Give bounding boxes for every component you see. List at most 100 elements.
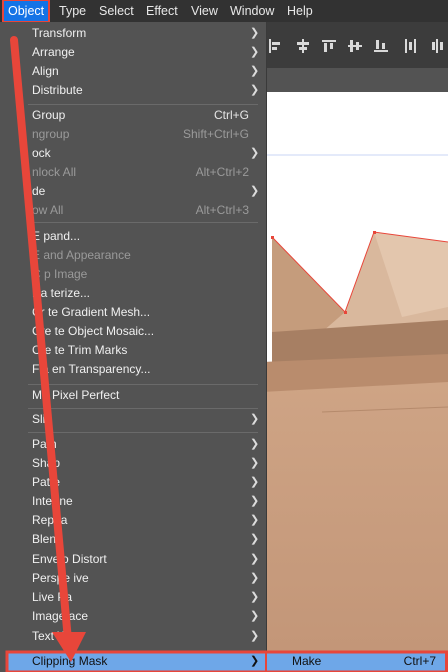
menu-item-label: Envelo Distort <box>32 552 107 566</box>
menu-item-label: Inter ne <box>32 494 73 508</box>
submenu-arrow-icon: ❯ <box>250 572 260 584</box>
menu-item-label: Cre te Object Mosaic... <box>32 324 155 338</box>
menu-item-label: Perspe ive <box>32 571 89 585</box>
menu-item-label: C p Image <box>32 267 88 281</box>
menu-item-slice[interactable]: Slic ❯ <box>0 410 266 429</box>
menu-item-shape[interactable]: Shap ❯ <box>0 454 266 473</box>
menu-item-transform[interactable]: Transform ❯ <box>0 24 266 43</box>
menu-item-text-wrap[interactable]: Text W ❯ <box>0 627 266 646</box>
canvas-pasteboard <box>262 68 448 92</box>
menu-item-image-trace[interactable]: Image ace ❯ <box>0 607 266 626</box>
menu-item-clipping-mask[interactable]: Clipping Mask ❯ <box>6 652 266 672</box>
menu-item-perspective[interactable]: Perspe ive ❯ <box>0 569 266 588</box>
menu-item-crop-image: C p Image <box>0 265 266 284</box>
menu-item-group[interactable]: Group Ctrl+G <box>0 106 266 125</box>
menu-window[interactable]: Window <box>230 0 274 22</box>
artboard[interactable] <box>262 92 448 672</box>
menu-item-label: Patte <box>32 475 61 489</box>
menu-item-create-gradient-mesh[interactable]: Cr te Gradient Mesh... <box>0 303 266 322</box>
object-menu: Transform ❯ Arrange ❯ Align ❯ Distribute ❯ Group… <box>0 22 267 672</box>
menu-item-label: nlock All <box>32 165 77 179</box>
menu-item-label: Blend <box>32 532 63 546</box>
menu-item-shortcut: Shift+Ctrl+G <box>182 127 249 141</box>
menu-item-path[interactable]: Path ❯ <box>0 435 266 454</box>
menu-item-label: Text W <box>32 629 69 643</box>
menu-item-label: ngroup <box>32 127 70 141</box>
menu-item-intertwine[interactable]: Inter ne ❯ <box>0 492 266 511</box>
menu-item-label: Group <box>32 108 66 122</box>
menu-item-label: Image ace <box>32 609 89 623</box>
menu-select[interactable]: Select <box>99 0 134 22</box>
submenu-arrow-icon: ❯ <box>250 655 260 667</box>
menu-object[interactable]: Object <box>1 0 51 23</box>
menu-item-label: Align <box>32 64 59 78</box>
menu-separator <box>28 384 258 385</box>
align-left-icon[interactable] <box>268 39 282 53</box>
submenu-arrow-icon: ❯ <box>250 476 260 488</box>
menu-item-shortcut: Alt+Ctrl+2 <box>195 165 249 179</box>
menu-item-live-paint[interactable]: Live Pa ❯ <box>0 588 266 607</box>
submenu-item-label: Make <box>292 654 322 668</box>
menu-item-shortcut: Ctrl+G <box>213 108 249 122</box>
menu-item-expand-appearance: E and Appearance <box>0 246 266 265</box>
clipping-mask-submenu: Make Ctrl+7 <box>265 651 448 672</box>
menu-item-label: Transform <box>32 26 87 40</box>
menu-item-label: Clipping Mask <box>32 654 108 668</box>
menu-item-flatten-transparency[interactable]: Fla en Transparency... <box>0 360 266 379</box>
menu-view[interactable]: View <box>191 0 218 22</box>
align-center-icon[interactable] <box>296 39 310 53</box>
submenu-arrow-icon: ❯ <box>250 533 260 545</box>
menu-item-arrange[interactable]: Arrange ❯ <box>0 43 266 62</box>
menu-item-label: Arrange <box>32 45 75 59</box>
submenu-arrow-icon: ❯ <box>250 27 260 39</box>
menu-item-create-object-mosaic[interactable]: Cre te Object Mosaic... <box>0 322 266 341</box>
align-top-icon[interactable] <box>322 39 336 53</box>
menu-item-label: Repea <box>32 513 68 527</box>
menu-bar: Object Type Select Effect View Window He… <box>0 0 448 23</box>
submenu-arrow-icon: ❯ <box>250 514 260 526</box>
menu-item-label: Cr te Gradient Mesh... <box>32 305 151 319</box>
menu-item-label: de <box>32 184 46 198</box>
menu-item-label: Ra terize... <box>32 286 91 300</box>
submenu-arrow-icon: ❯ <box>250 147 260 159</box>
submenu-arrow-icon: ❯ <box>250 610 260 622</box>
align-middle-icon[interactable] <box>348 39 362 53</box>
menu-item-shortcut: Alt+Ctrl+3 <box>195 203 249 217</box>
submenu-arrow-icon: ❯ <box>250 630 260 642</box>
menu-item-ungroup: ngroup Shift+Ctrl+G <box>0 125 266 144</box>
menu-item-label: Slic <box>32 412 52 426</box>
menu-item-make-pixel-perfect[interactable]: Ma Pixel Perfect <box>0 386 266 405</box>
menu-item-pattern[interactable]: Patte ❯ <box>0 473 266 492</box>
submenu-arrow-icon: ❯ <box>250 591 260 603</box>
menu-item-label: Live Pa <box>32 590 73 604</box>
menu-item-expand[interactable]: E pand... <box>0 227 266 246</box>
menu-item-hide[interactable]: de ❯ <box>0 182 266 201</box>
menu-item-label: Fla en Transparency... <box>32 362 151 376</box>
menu-item-rasterize[interactable]: Ra terize... <box>0 284 266 303</box>
menu-item-distribute[interactable]: Distribute ❯ <box>0 81 266 100</box>
align-bottom-icon[interactable] <box>374 39 388 53</box>
menu-item-label: Ma Pixel Perfect <box>32 388 120 402</box>
submenu-item-make[interactable]: Make Ctrl+7 <box>265 651 447 672</box>
submenu-arrow-icon: ❯ <box>250 185 260 197</box>
submenu-arrow-icon: ❯ <box>250 413 260 425</box>
submenu-arrow-icon: ❯ <box>250 495 260 507</box>
submenu-arrow-icon: ❯ <box>250 553 260 565</box>
menu-help[interactable]: Help <box>287 0 313 22</box>
menu-item-create-trim-marks[interactable]: Cre te Trim Marks <box>0 341 266 360</box>
submenu-arrow-icon: ❯ <box>250 84 260 96</box>
menu-item-repeat[interactable]: Repea ❯ <box>0 511 266 530</box>
menu-item-blend[interactable]: Blend ❯ <box>0 530 266 549</box>
menu-item-label: Path <box>32 437 57 451</box>
distribute-left-icon[interactable] <box>404 39 418 53</box>
submenu-arrow-icon: ❯ <box>250 46 260 58</box>
distribute-center-icon[interactable] <box>430 39 444 53</box>
menu-item-align[interactable]: Align ❯ <box>0 62 266 81</box>
menu-item-unlock-all: nlock All Alt+Ctrl+2 <box>0 163 266 182</box>
menu-item-envelope-distort[interactable]: Envelo Distort ❯ <box>0 550 266 569</box>
menu-item-label: Shap <box>32 456 61 470</box>
menu-separator <box>28 222 258 223</box>
menu-item-lock[interactable]: ock ❯ <box>0 144 266 163</box>
menu-type[interactable]: Type <box>59 0 86 22</box>
menu-effect[interactable]: Effect <box>146 0 178 22</box>
